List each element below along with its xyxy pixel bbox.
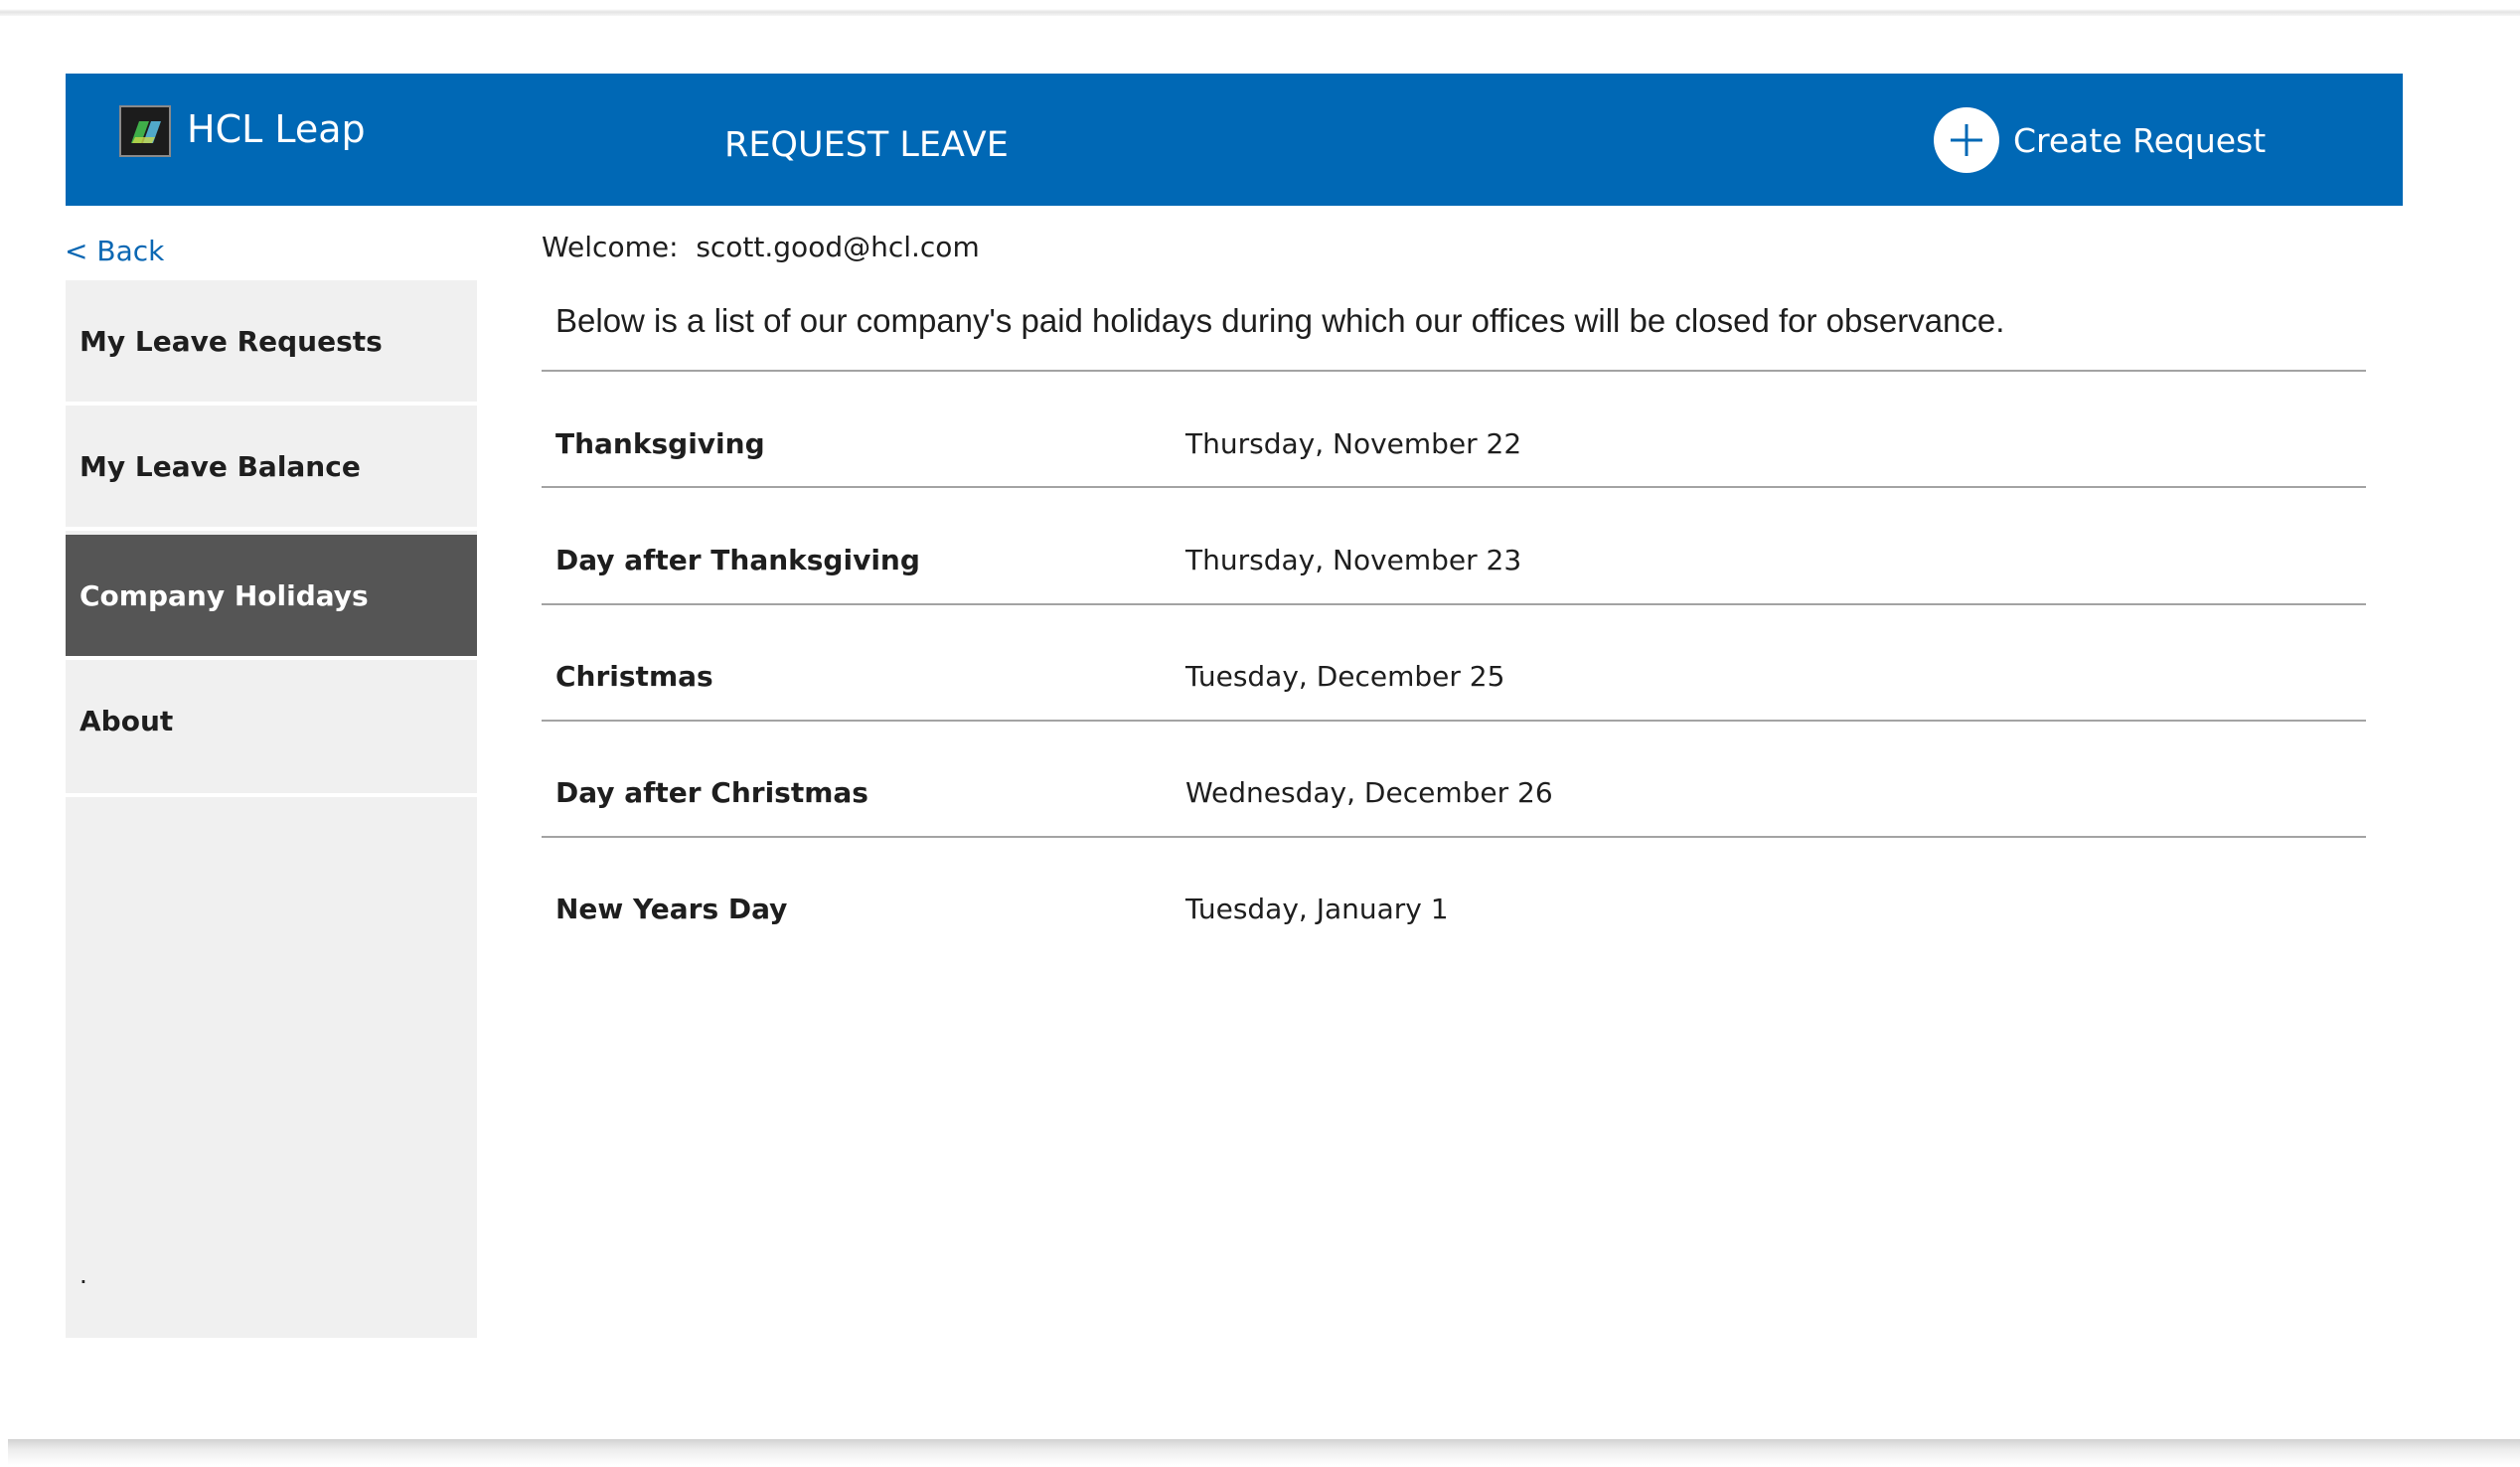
sidebar: My Leave Requests My Leave Balance Compa… [66, 280, 477, 1338]
holiday-row: Day after Christmas Wednesday, December … [542, 734, 2366, 850]
create-request-button[interactable]: Create Request [1934, 107, 2266, 173]
back-link[interactable]: < Back [65, 235, 164, 267]
holiday-date: Tuesday, January 1 [1185, 892, 1449, 925]
sidebar-item-about[interactable]: About [66, 660, 477, 781]
row-divider [542, 603, 2366, 605]
holiday-row: New Years Day Tuesday, January 1 [542, 851, 2366, 966]
welcome-text: Welcome: scott.good@hcl.com [542, 231, 980, 263]
holiday-row: Day after Thanksgiving Thursday, Novembe… [542, 502, 2366, 617]
sidebar-divider [66, 793, 477, 797]
holiday-date: Thursday, November 23 [1185, 543, 1522, 576]
sidebar-item-my-leave-balance[interactable]: My Leave Balance [66, 406, 477, 527]
row-divider [542, 720, 2366, 722]
app-header: HCL Leap REQUEST LEAVE Create Request [66, 74, 2403, 206]
window-top-edge [0, 0, 2520, 16]
app-window: HCL Leap REQUEST LEAVE Create Request < … [0, 0, 2520, 1467]
sidebar-divider [66, 527, 477, 531]
holiday-row: Thanksgiving Thursday, November 22 [542, 386, 2366, 501]
holiday-date: Thursday, November 22 [1185, 426, 1522, 460]
holiday-name: New Years Day [555, 892, 788, 925]
row-divider [542, 486, 2366, 488]
holiday-name: Day after Christmas [555, 775, 868, 809]
brand-name: HCL Leap [187, 107, 366, 151]
holiday-name: Christmas [555, 659, 713, 693]
holidays-intro-text: Below is a list of our company's paid ho… [555, 302, 2005, 339]
create-request-label: Create Request [2013, 120, 2267, 160]
sidebar-footer-text: . [79, 1258, 87, 1289]
sidebar-item-my-leave-requests[interactable]: My Leave Requests [66, 280, 477, 402]
row-divider [542, 836, 2366, 838]
hcl-leap-logo-icon [119, 105, 171, 157]
window-bottom-shadow [8, 1439, 2520, 1467]
holiday-name: Day after Thanksgiving [555, 543, 920, 576]
table-top-rule [542, 370, 2366, 372]
page-title: REQUEST LEAVE [724, 125, 1009, 165]
holiday-date: Wednesday, December 26 [1185, 775, 1553, 809]
sidebar-item-company-holidays[interactable]: Company Holidays [66, 535, 477, 656]
plus-circle-icon [1934, 107, 1999, 173]
holiday-name: Thanksgiving [555, 426, 765, 460]
holiday-date: Tuesday, December 25 [1185, 659, 1505, 693]
holiday-row: Christmas Tuesday, December 25 [542, 618, 2366, 734]
